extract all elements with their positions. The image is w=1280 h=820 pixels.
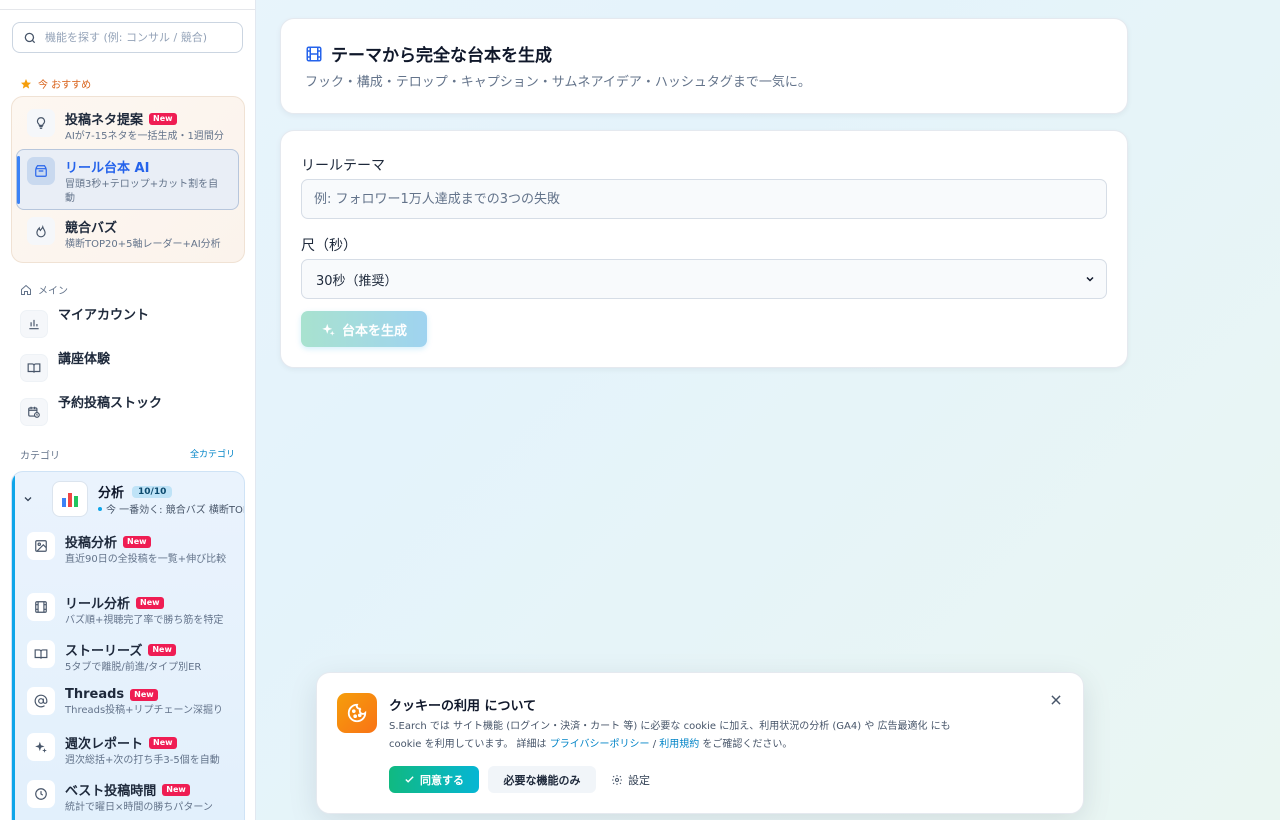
gear-icon xyxy=(612,774,622,785)
rec-item-desc: 横断TOP20+5軸レーダー+AI分析 xyxy=(65,239,221,250)
page-title: テーマから完全な台本を生成 xyxy=(305,41,552,66)
main-section-label: メイン xyxy=(20,282,68,297)
search-input[interactable] xyxy=(45,31,235,44)
sidebar: 今 おすすめ 投稿ネタ提案 New AIが7-15ネタを一括生成・1週間分 リール… xyxy=(0,0,256,820)
nav-my-account[interactable]: マイアカウント xyxy=(20,308,149,338)
required-only-button[interactable]: 必要な機能のみ xyxy=(488,766,596,793)
form-card: リールテーマ 尺（秒） 30秒（推奨） 台本を生成 xyxy=(280,130,1128,368)
new-badge: New xyxy=(148,643,176,656)
close-icon[interactable] xyxy=(1049,693,1063,707)
nav-scheduled-stock[interactable]: 予約投稿ストック xyxy=(20,396,162,426)
terms-link[interactable]: 利用規約 xyxy=(659,739,699,750)
rec-item-desc: AIが7-15ネタを一括生成・1週間分 xyxy=(65,131,224,142)
divider xyxy=(0,9,255,10)
chevron-down-icon[interactable] xyxy=(22,493,34,505)
rec-item-title: 競合バズ xyxy=(65,221,118,236)
new-badge: New xyxy=(162,783,190,796)
cookie-icon xyxy=(337,693,377,733)
check-icon xyxy=(405,776,414,783)
sparkles-icon xyxy=(322,323,335,336)
page-subtitle: フック・構成・テロップ・キャプション・サムネアイデア・ハッシュタグまで一気に。 xyxy=(305,75,811,90)
theme-input[interactable] xyxy=(301,179,1107,219)
all-categories-link[interactable]: 全カテゴリ xyxy=(190,447,235,460)
search-box[interactable] xyxy=(12,22,243,53)
rec-item-reel-script[interactable]: リール台本 AI 冒頭3秒+テロップ+カット割を自動 xyxy=(27,157,225,206)
search-icon xyxy=(24,32,36,43)
dot-icon xyxy=(98,506,102,511)
length-selected-value: 30秒（推奨） xyxy=(316,273,398,289)
cookie-title: クッキーの利用 について xyxy=(389,699,537,714)
new-badge: New xyxy=(123,535,151,548)
analytics-chart-icon xyxy=(52,481,88,517)
sparkles-icon xyxy=(27,733,55,761)
header-card: テーマから完全な台本を生成 フック・構成・テロップ・キャプション・サムネアイデア… xyxy=(280,18,1128,114)
flame-icon xyxy=(27,217,55,245)
cat-item-title: Threads xyxy=(65,687,125,702)
bar-chart-icon xyxy=(20,310,48,338)
new-badge: New xyxy=(136,596,164,609)
star-icon xyxy=(21,78,31,89)
rec-item-desc: 冒頭3秒+テロップ+カット割を自動 xyxy=(65,179,219,204)
chevron-down-icon xyxy=(1086,276,1094,282)
category-count-badge: 10/10 xyxy=(132,485,173,498)
cookie-settings-button[interactable]: 設定 xyxy=(611,766,650,793)
nav-label: マイアカウント xyxy=(58,308,150,323)
rec-item-title: 投稿ネタ提案 xyxy=(65,113,144,128)
new-badge: New xyxy=(130,688,158,701)
cat-item-desc: 週次総括+次の打ち手3-5個を自動 xyxy=(65,755,220,766)
rec-item-post-ideas[interactable]: 投稿ネタ提案 New AIが7-15ネタを一括生成・1週間分 xyxy=(27,109,224,144)
cat-item-threads[interactable]: Threads New Threads投稿+リプチェーン深掘り xyxy=(27,687,223,718)
cat-item-desc: 統計で曜日×時間の勝ちパターン xyxy=(65,802,213,813)
at-sign-icon xyxy=(27,687,55,715)
cat-item-title: ストーリーズ xyxy=(65,644,143,659)
cat-item-desc: Threads投稿+リプチェーン深掘り xyxy=(65,705,224,716)
cookie-banner: クッキーの利用 について S.Earch では サイト機能 (ログイン・決済・カ… xyxy=(316,672,1084,814)
new-badge: New xyxy=(149,736,177,749)
cat-item-weekly-report[interactable]: 週次レポート New 週次総括+次の打ち手3-5個を自動 xyxy=(27,733,220,768)
cat-item-desc: 5タブで離脱/前進/タイプ別ER xyxy=(65,662,202,673)
home-icon xyxy=(21,284,31,295)
cat-item-title: リール分析 xyxy=(65,597,131,612)
rec-item-title: リール台本 AI xyxy=(65,161,150,176)
cat-item-reel-analysis[interactable]: リール分析 New バズ順+視聴完了率で勝ち筋を特定 xyxy=(27,593,223,628)
category-hint: 今 一番効く: 競合バズ 横断TOP xyxy=(98,501,244,516)
recommended-label: 今 おすすめ xyxy=(20,76,91,91)
nav-label: 講座体験 xyxy=(58,352,111,367)
cat-item-desc: 直近90日の全投稿を一覧+伸び比較 xyxy=(65,554,227,565)
cat-item-desc: バズ順+視聴完了率で勝ち筋を特定 xyxy=(65,615,224,626)
cat-item-stories[interactable]: ストーリーズ New 5タブで離脱/前進/タイプ別ER xyxy=(27,640,201,675)
clock-icon xyxy=(27,780,55,808)
cookie-body: S.Earch では サイト機能 (ログイン・決済・カート 等) に必要な co… xyxy=(389,721,951,750)
category-header[interactable]: 分析 10/10 xyxy=(98,482,173,501)
film-icon xyxy=(27,593,55,621)
cat-item-post-analysis[interactable]: 投稿分析 New 直近90日の全投稿を一覧+伸び比較 xyxy=(27,532,230,567)
image-icon xyxy=(27,532,55,560)
rec-item-competitor-buzz[interactable]: 競合バズ 横断TOP20+5軸レーダー+AI分析 xyxy=(27,217,221,252)
privacy-policy-link[interactable]: プライバシーポリシー xyxy=(550,739,650,750)
cat-item-title: ベスト投稿時間 xyxy=(65,784,157,799)
new-badge: New xyxy=(149,112,177,125)
lightbulb-icon xyxy=(27,109,55,137)
book-open-icon xyxy=(27,640,55,668)
nav-label: 予約投稿ストック xyxy=(58,396,163,411)
theme-label: リールテーマ xyxy=(301,158,385,174)
agree-button[interactable]: 同意する xyxy=(389,766,479,793)
length-label: 尺（秒） xyxy=(301,238,357,254)
category-title: 分析 xyxy=(98,486,125,501)
clapperboard-icon xyxy=(27,157,55,185)
nav-course-trial[interactable]: 講座体験 xyxy=(20,352,110,382)
film-icon xyxy=(306,46,322,61)
book-open-icon xyxy=(20,354,48,382)
calendar-clock-icon xyxy=(20,398,48,426)
generate-script-button[interactable]: 台本を生成 xyxy=(301,311,427,347)
cat-item-title: 投稿分析 xyxy=(65,536,118,551)
cat-item-title: 週次レポート xyxy=(65,737,144,752)
category-section-label: カテゴリ xyxy=(20,451,60,462)
cat-item-best-time[interactable]: ベスト投稿時間 New 統計で曜日×時間の勝ちパターン xyxy=(27,780,213,815)
length-select[interactable]: 30秒（推奨） xyxy=(301,259,1107,299)
